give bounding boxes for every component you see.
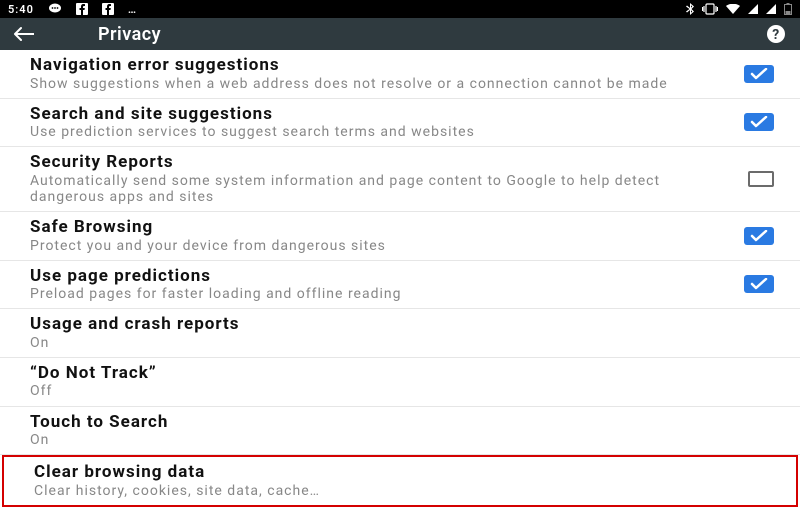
setting-text: Security ReportsAutomatically send some … xyxy=(30,153,748,205)
setting-text: Safe BrowsingProtect you and your device… xyxy=(30,218,744,254)
setting-checkbox-search-site[interactable] xyxy=(744,113,774,131)
chat-icon xyxy=(48,3,62,15)
setting-subtitle: On xyxy=(30,432,754,448)
setting-title: “Do Not Track” xyxy=(30,364,754,384)
more-icon: … xyxy=(128,3,137,16)
setting-subtitle: Off xyxy=(30,383,754,399)
signal-icon xyxy=(748,4,758,14)
status-time: 5:40 xyxy=(8,3,34,16)
setting-row-search-site[interactable]: Search and site suggestionsUse predictio… xyxy=(0,99,800,148)
setting-row-touch-search[interactable]: Touch to SearchOn xyxy=(0,407,800,456)
setting-checkbox-nav-error[interactable] xyxy=(744,65,774,83)
setting-subtitle: Show suggestions when a web address does… xyxy=(30,76,724,92)
setting-row-nav-error[interactable]: Navigation error suggestionsShow suggest… xyxy=(0,50,800,99)
setting-subtitle: Use prediction services to suggest searc… xyxy=(30,124,724,140)
page-title: Privacy xyxy=(48,24,764,45)
settings-list: Navigation error suggestionsShow suggest… xyxy=(0,50,800,507)
setting-checkbox-safe-browsing[interactable] xyxy=(744,227,774,245)
setting-text: Usage and crash reportsOn xyxy=(30,315,774,351)
setting-subtitle: Automatically send some system informati… xyxy=(30,173,728,205)
setting-title: Safe Browsing xyxy=(30,218,724,238)
setting-title: Security Reports xyxy=(30,153,728,173)
signal-icon xyxy=(766,4,776,14)
facebook-icon xyxy=(76,3,88,15)
vibrate-icon xyxy=(702,3,718,15)
setting-text: Touch to SearchOn xyxy=(30,413,774,449)
setting-title: Touch to Search xyxy=(30,413,754,433)
svg-text:?: ? xyxy=(772,27,779,43)
setting-checkbox-security-reports[interactable] xyxy=(748,171,774,187)
help-button[interactable]: ? xyxy=(764,22,788,46)
setting-text: Navigation error suggestionsShow suggest… xyxy=(30,56,744,92)
setting-title: Clear browsing data xyxy=(34,463,750,483)
setting-title: Usage and crash reports xyxy=(30,315,754,335)
setting-subtitle: On xyxy=(30,335,754,351)
setting-title: Search and site suggestions xyxy=(30,105,724,125)
setting-text: Clear browsing dataClear history, cookie… xyxy=(34,463,770,499)
setting-row-page-predictions[interactable]: Use page predictionsPreload pages for fa… xyxy=(0,261,800,310)
bluetooth-icon xyxy=(686,3,694,15)
setting-row-usage-crash[interactable]: Usage and crash reportsOn xyxy=(0,309,800,358)
setting-row-clear-data[interactable]: Clear browsing dataClear history, cookie… xyxy=(2,455,798,507)
setting-title: Use page predictions xyxy=(30,267,724,287)
setting-checkbox-page-predictions[interactable] xyxy=(744,275,774,293)
setting-text: “Do Not Track”Off xyxy=(30,364,774,400)
app-bar: Privacy ? xyxy=(0,18,800,50)
setting-text: Search and site suggestionsUse predictio… xyxy=(30,105,744,141)
setting-title: Navigation error suggestions xyxy=(30,56,724,76)
facebook-icon xyxy=(102,3,114,15)
battery-icon xyxy=(784,3,792,15)
setting-row-security-reports[interactable]: Security ReportsAutomatically send some … xyxy=(0,147,800,212)
back-button[interactable] xyxy=(12,26,48,42)
status-bar: 5:40 … xyxy=(0,0,800,18)
setting-row-safe-browsing[interactable]: Safe BrowsingProtect you and your device… xyxy=(0,212,800,261)
setting-text: Use page predictionsPreload pages for fa… xyxy=(30,267,744,303)
setting-row-do-not-track[interactable]: “Do Not Track”Off xyxy=(0,358,800,407)
setting-subtitle: Clear history, cookies, site data, cache… xyxy=(34,483,750,499)
wifi-icon xyxy=(726,4,740,14)
setting-subtitle: Protect you and your device from dangero… xyxy=(30,238,724,254)
setting-subtitle: Preload pages for faster loading and off… xyxy=(30,286,724,302)
